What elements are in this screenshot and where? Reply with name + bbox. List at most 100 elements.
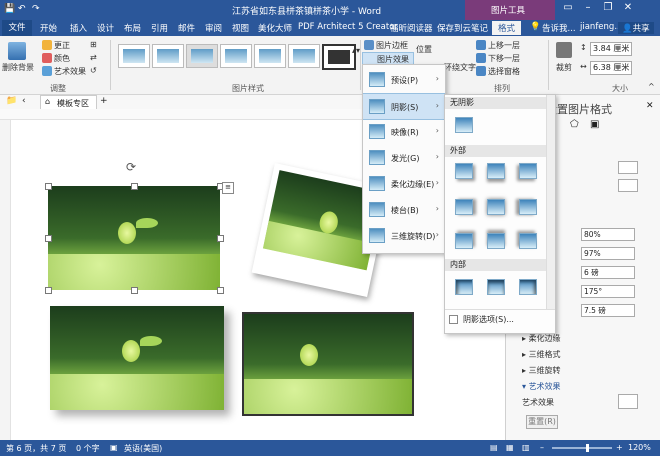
tell-me-search[interactable]: 告诉我... xyxy=(542,22,576,34)
collapse-ribbon-icon[interactable]: ^ xyxy=(648,82,655,91)
picture-tab-icon[interactable]: ▣ xyxy=(590,119,599,130)
menu-item-bevel[interactable]: 棱台(B) › xyxy=(363,197,445,222)
position-button[interactable]: 位置 xyxy=(416,44,432,55)
ribbon-display-icon[interactable]: ▭ xyxy=(560,2,576,16)
zoom-level[interactable]: 120% xyxy=(628,443,651,452)
submenu-scrollbar[interactable] xyxy=(546,95,555,309)
word-count[interactable]: 0 个字 xyxy=(76,443,100,454)
styles-scroll-icon[interactable]: ▴▾ xyxy=(352,46,360,55)
shadow-options-link[interactable]: 阴影选项(S)... xyxy=(463,314,514,325)
shadow-color-dropdown[interactable] xyxy=(618,161,638,174)
rotate-handle-icon[interactable]: ⟳ xyxy=(126,160,136,174)
save-icon[interactable]: 💾 xyxy=(4,4,15,14)
menu-item-soft-edges[interactable]: 柔化边缘(E) › xyxy=(363,171,445,196)
print-layout-icon[interactable]: ▦ xyxy=(506,443,514,452)
selection-pane-button[interactable]: 选择窗格 xyxy=(488,66,520,77)
close-button[interactable]: ✕ xyxy=(620,2,636,16)
layout-options-icon[interactable]: ≡ xyxy=(222,182,234,194)
remove-background-icon[interactable] xyxy=(8,42,26,60)
angle-field[interactable]: 175° xyxy=(581,285,635,298)
correction-button[interactable]: 更正 xyxy=(54,40,70,51)
resize-handle[interactable] xyxy=(45,287,52,294)
resize-handle[interactable] xyxy=(131,287,138,294)
resize-handle[interactable] xyxy=(217,287,224,294)
document-tab[interactable]: ⌂ 模板专区 xyxy=(40,95,97,110)
minimize-button[interactable]: – xyxy=(580,2,596,16)
section-3d-format[interactable]: ▸ 三维格式 xyxy=(522,349,561,360)
fill-color-dropdown[interactable] xyxy=(618,179,638,192)
picture-selected[interactable] xyxy=(48,186,220,290)
menu-item-reflection[interactable]: 映像(R) › xyxy=(363,119,445,144)
picture-style-5[interactable] xyxy=(254,44,286,68)
transparency-field[interactable]: 80% xyxy=(581,228,635,241)
picture-border[interactable] xyxy=(242,312,414,416)
height-field[interactable]: 3.84 厘米 xyxy=(590,42,632,56)
outer-shadow-option[interactable] xyxy=(519,163,537,179)
reset-button[interactable]: 重置(R) xyxy=(526,415,558,429)
tab-file[interactable]: 文件 xyxy=(2,20,32,36)
zoom-out-icon[interactable]: – xyxy=(540,443,544,452)
tab-view[interactable]: 视图 xyxy=(232,22,249,34)
tab-design[interactable]: 设计 xyxy=(97,22,114,34)
restore-button[interactable]: ❐ xyxy=(600,2,616,16)
tab-mailings[interactable]: 邮件 xyxy=(178,22,195,34)
web-layout-icon[interactable]: ▥ xyxy=(522,443,530,452)
tab-pdf-architect[interactable]: PDF Architect 5 Creator xyxy=(298,22,398,32)
tab-format[interactable]: 格式 xyxy=(492,21,522,35)
color-button[interactable]: 颜色 xyxy=(54,53,70,64)
resize-handle[interactable] xyxy=(217,235,224,242)
redo-icon[interactable]: ↷ xyxy=(32,4,40,14)
artistic-effects-button[interactable]: 艺术效果 xyxy=(54,66,86,77)
pane-close-icon[interactable]: ✕ xyxy=(646,101,654,111)
inner-shadow-option[interactable] xyxy=(519,279,537,295)
tab-references[interactable]: 引用 xyxy=(151,22,168,34)
remove-background-button[interactable]: 删除背景 xyxy=(2,62,34,73)
blur-field[interactable]: 6 磅 xyxy=(581,266,635,279)
menu-item-shadow[interactable]: 阴影(S) › xyxy=(363,93,445,120)
zoom-in-icon[interactable]: + xyxy=(616,443,623,452)
tab-home[interactable]: 开始 xyxy=(40,22,57,34)
menu-item-glow[interactable]: 发光(G) › xyxy=(363,145,445,170)
menu-item-preset[interactable]: 预设(P) › xyxy=(363,67,445,92)
add-tab-icon[interactable]: + xyxy=(100,96,108,106)
tab-meihua[interactable]: 美化大师 xyxy=(258,22,292,34)
back-icon[interactable]: ‹ xyxy=(22,96,26,106)
folder-icon[interactable]: 📁 xyxy=(6,96,17,106)
resize-handle[interactable] xyxy=(45,235,52,242)
zoom-slider[interactable] xyxy=(552,447,612,449)
tab-foxit[interactable]: 福昕阅读器 xyxy=(390,22,433,34)
compress-icon[interactable]: ⊞ xyxy=(90,40,97,49)
section-soft-edges[interactable]: ▸ 柔化边缘 xyxy=(522,333,561,344)
tab-review[interactable]: 审阅 xyxy=(205,22,222,34)
menu-item-3d-rotation[interactable]: 三维旋转(D) › xyxy=(363,223,445,248)
width-field[interactable]: 6.38 厘米 xyxy=(590,61,632,75)
tab-layout[interactable]: 布局 xyxy=(124,22,141,34)
change-picture-icon[interactable]: ⇄ xyxy=(90,53,97,62)
outer-shadow-option[interactable] xyxy=(455,163,473,179)
section-3d-rotation[interactable]: ▸ 三维旋转 xyxy=(522,365,561,376)
tab-insert[interactable]: 插入 xyxy=(70,22,87,34)
bring-forward-button[interactable]: 上移一层 xyxy=(488,40,520,51)
outer-shadow-option[interactable] xyxy=(487,163,505,179)
artistic-effects-dropdown[interactable] xyxy=(618,394,638,409)
lightbulb-icon[interactable]: 💡 xyxy=(530,22,541,32)
user-name[interactable]: jianfeng... xyxy=(580,22,622,32)
zoom-slider-thumb[interactable] xyxy=(586,444,589,452)
share-button[interactable]: 👤共享 xyxy=(618,22,654,34)
no-shadow-option[interactable] xyxy=(455,117,473,133)
picture-shadow[interactable] xyxy=(50,306,224,410)
picture-style-6[interactable] xyxy=(288,44,320,68)
tab-cloud-note[interactable]: 保存到云笔记 xyxy=(437,22,488,34)
picture-style-2[interactable] xyxy=(152,44,184,68)
resize-handle[interactable] xyxy=(45,183,52,190)
section-artistic-effects[interactable]: ▾ 艺术效果 xyxy=(522,381,561,392)
resize-handle[interactable] xyxy=(131,183,138,190)
inner-shadow-option[interactable] xyxy=(487,279,505,295)
picture-style-4[interactable] xyxy=(220,44,252,68)
page-count[interactable]: 第 6 页，共 7 页 xyxy=(6,443,66,454)
outer-shadow-option[interactable] xyxy=(519,199,537,215)
outer-shadow-option[interactable] xyxy=(487,233,505,249)
read-mode-icon[interactable]: ▤ xyxy=(490,443,498,452)
inner-shadow-option[interactable] xyxy=(455,279,473,295)
picture-style-1[interactable] xyxy=(118,44,150,68)
